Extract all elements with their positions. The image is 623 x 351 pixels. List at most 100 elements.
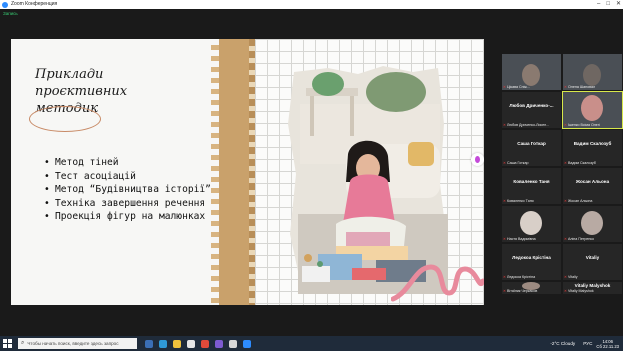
participant-tile[interactable]: ✕Вітаїлик Черкасов [502, 282, 561, 294]
mic-muted-icon: ✕ [564, 237, 568, 241]
participant-tile[interactable]: ✕Настя Вадимівна [502, 206, 561, 242]
zoom-logo-icon [2, 1, 8, 8]
participant-video [522, 64, 540, 86]
language-indicator[interactable]: РУС [583, 341, 592, 346]
chrome-icon[interactable] [201, 339, 209, 348]
mic-muted-icon: ✕ [564, 289, 568, 293]
pink-ribbon-decoration [391, 264, 484, 302]
mic-muted-icon: ✕ [503, 289, 507, 293]
mic-muted-icon: ✕ [564, 85, 568, 89]
participant-caption: Вадим Скалозуб [568, 161, 596, 165]
participant-caption: Цікава Сніж... [507, 85, 530, 89]
mic-muted-icon: ✕ [564, 199, 568, 203]
participant-tile[interactable]: Vitaliy Malyshok ✕Vitaliy Malyshok [563, 282, 622, 294]
clock-date: Сб 22.11.23 [596, 343, 619, 349]
app-icon[interactable] [229, 339, 237, 348]
zoom-window: Zoom Конференция – □ ✕ Запись Приклади п… [0, 0, 623, 351]
participant-caption: Коваленко Таня [507, 199, 534, 203]
participant-gallery: ✕Цікава Сніж... ✕Олена Шаповал Любов Дри… [499, 54, 623, 294]
edge-icon[interactable] [159, 339, 167, 348]
participant-name: Коваленко Таня [513, 179, 550, 184]
participant-tile[interactable]: Коваленко Таня ✕Коваленко Таня [502, 168, 561, 204]
list-item: Проекція фігур на малюнках [44, 210, 212, 224]
search-icon: ⌕ [21, 340, 25, 346]
store-icon[interactable] [187, 339, 195, 348]
shared-slide: Приклади проєктивних методик Метод тіней… [11, 39, 484, 305]
mic-muted-icon: ✕ [503, 199, 507, 203]
mic-muted-icon: ✕ [503, 85, 507, 89]
mic-muted-icon: ✕ [564, 123, 568, 127]
task-view-icon[interactable] [145, 339, 153, 348]
participant-tile[interactable]: Жосан Альона ✕Жосан Альона [563, 168, 622, 204]
mic-muted-icon: ✕ [503, 275, 507, 279]
maximize-icon[interactable]: □ [606, 0, 610, 9]
file-explorer-icon[interactable] [173, 339, 181, 348]
slide-heading-line: Приклади [35, 67, 104, 82]
clock[interactable]: 14:06 Сб 22.11.23 [596, 339, 619, 349]
security-indicator[interactable]: Запись [3, 10, 18, 17]
participant-caption: Любов Дриченко-Лисен... [507, 123, 550, 127]
search-placeholder: Чтобы начать поиск, введите здесь запрос [27, 341, 119, 346]
meeting-top-bar: Запись [0, 9, 623, 18]
annotation-cursor-icon[interactable] [471, 153, 484, 166]
window-controls: – □ ✕ [591, 0, 621, 9]
list-item: Тест асоціацій [44, 170, 212, 184]
window-title: Zoom Конференция [11, 1, 58, 7]
participant-tile[interactable]: Ледокоа Крістіна ✕Ледокоа Крістіна [502, 244, 561, 280]
participant-tile[interactable]: ✕Аліна Петренко [563, 206, 622, 242]
participant-caption: Vitaliy [568, 275, 578, 279]
participant-caption: Вітаїлик Черкасов [507, 289, 538, 293]
participant-name: Жосан Альона [575, 179, 610, 184]
participant-tile[interactable]: Вадим Скалозуб ✕Вадим Скалозуб [563, 130, 622, 166]
mic-muted-icon: ✕ [503, 237, 507, 241]
participant-caption: Настя Вадимівна [507, 237, 536, 241]
torn-paper-edge-left [211, 39, 219, 305]
participant-name: Vitaliy [585, 255, 600, 260]
taskbar-search-box[interactable]: ⌕ Чтобы начать поиск, введите здесь запр… [18, 338, 137, 349]
participant-video [581, 95, 603, 121]
participant-tile[interactable]: ✕Олена Шаповал [563, 54, 622, 90]
slide-heading-line: проєктивних [35, 84, 128, 99]
taskbar-apps [145, 339, 257, 348]
participant-caption: Ледокоа Крістіна [507, 275, 536, 279]
torn-paper-strip [215, 39, 253, 305]
zoom-taskbar-icon[interactable] [243, 339, 251, 348]
participant-caption: Vitaliy Malyshok [568, 289, 594, 293]
participant-tile[interactable]: Саша Готкар ✕Саша Готкар [502, 130, 561, 166]
heading-highlight-oval [29, 106, 101, 132]
participant-caption: Ішенко Всіма Олегі [568, 123, 600, 127]
torn-paper-edge-right [249, 39, 255, 305]
list-item: Техніка завершення речення [44, 197, 212, 211]
participant-caption: Аліна Петренко [568, 237, 594, 241]
participant-caption: Жосан Альона [568, 199, 593, 203]
participant-video [583, 64, 601, 86]
participant-name: Любов Дриченко-... [509, 103, 554, 108]
participant-name: Vitaliy Malyshok [574, 283, 611, 288]
methods-list: Метод тіней Тест асоціацій Метод “Будівн… [44, 156, 212, 224]
participant-name: Ледокоа Крістіна [512, 255, 551, 260]
participant-photo [581, 211, 603, 235]
participant-tile[interactable]: ✕Цікава Сніж... [502, 54, 561, 90]
participant-caption: Саша Готкар [507, 161, 529, 165]
participant-name: Вадим Скалозуб [573, 141, 612, 146]
mic-muted-icon: ✕ [503, 161, 507, 165]
minimize-icon[interactable]: – [597, 0, 600, 9]
participant-tile-active-speaker[interactable]: ✕Ішенко Всіма Олегі [562, 91, 623, 129]
participant-photo [520, 211, 542, 235]
mic-muted-icon: ✕ [564, 161, 568, 165]
participant-caption: Олена Шаповал [568, 85, 596, 89]
viber-icon[interactable] [215, 339, 223, 348]
windows-start-icon[interactable] [3, 339, 12, 348]
participant-name: Саша Готкар [517, 141, 546, 146]
participant-tile[interactable]: Vitaliy ✕Vitaliy [563, 244, 622, 280]
system-tray: -2°C Cloudy РУС 14:06 Сб 22.11.23 [550, 336, 619, 351]
list-item: Метод “Будівництва історії” [44, 183, 212, 197]
list-item: Метод тіней [44, 156, 212, 170]
mic-muted-icon: ✕ [503, 123, 507, 127]
title-bar: Zoom Конференция – □ ✕ [0, 0, 623, 9]
close-icon[interactable]: ✕ [616, 0, 621, 9]
windows-taskbar: ⌕ Чтобы начать поиск, введите здесь запр… [0, 336, 623, 351]
weather-widget[interactable]: -2°C Cloudy [550, 341, 575, 346]
participant-tile[interactable]: Любов Дриченко-... ✕Любов Дриченко-Лисен… [502, 92, 561, 128]
mic-muted-icon: ✕ [564, 275, 568, 279]
